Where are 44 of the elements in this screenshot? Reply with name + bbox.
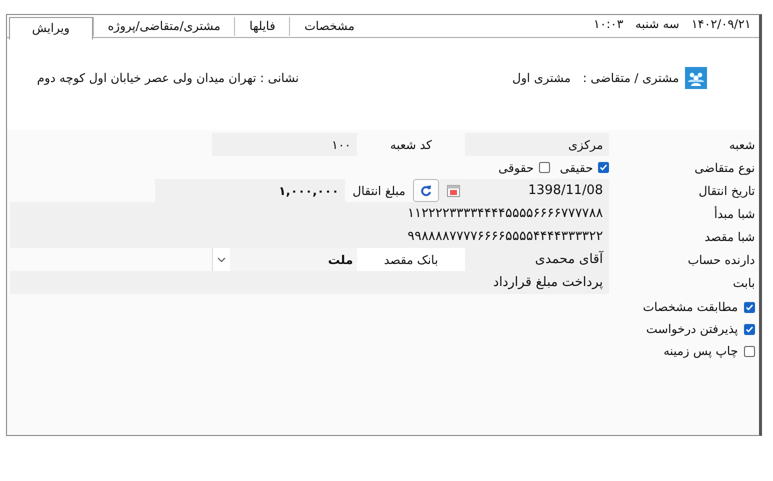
amount-field[interactable]: ۱,۰۰۰,۰۰۰	[155, 179, 345, 202]
date-text: 1398/11/08	[528, 183, 603, 198]
tab[interactable]: ویرایش	[9, 17, 93, 40]
tab[interactable]: فایلها	[234, 17, 290, 36]
refresh-icon	[420, 184, 432, 196]
calendar-icon[interactable]	[447, 184, 460, 197]
checkbox[interactable]	[744, 324, 755, 334]
tab[interactable]: مشخصات	[289, 17, 369, 36]
people-icon	[685, 67, 707, 89]
field-label: تاریخ انتقال	[698, 182, 756, 200]
weekday-text: سه شنبه	[635, 17, 680, 31]
date-field[interactable]: 1398/11/08	[439, 179, 609, 202]
iban-field[interactable]: ۱۱۲۲۲۲۳۳۳۳۴۴۴۴۵۵۵۵۶۶۶۶۷۷۷۷۸۸	[10, 202, 609, 225]
amount-label: مبلغ انتقال	[352, 182, 406, 200]
iban-field[interactable]: ۹۹۸۸۸۸۷۷۷۷۶۶۶۶۵۵۵۵۴۴۴۴۳۳۳۳۲۲	[10, 225, 609, 248]
option-label: پذیرفتن درخواست	[646, 322, 738, 336]
option-label: چاپ پس زمینه	[663, 344, 738, 358]
code-label: کد شعبه	[389, 136, 433, 154]
customer-label: مشتری / متقاضی :	[582, 71, 679, 85]
field-label: شعبه	[728, 136, 756, 154]
purpose-field[interactable]: پرداخت مبلغ قرارداد	[10, 271, 609, 294]
checkbox[interactable]	[538, 162, 550, 173]
checkbox[interactable]	[744, 346, 755, 356]
field-label: شبا مقصد	[704, 228, 756, 246]
option-label: مطابقت مشخصات	[642, 300, 738, 314]
bank-label: بانک مقصد	[357, 248, 465, 271]
holder-field[interactable]: آقای محمدی	[465, 248, 609, 271]
chevron-down-icon	[213, 248, 230, 271]
branch-field[interactable]: مرکزی	[465, 133, 609, 156]
code-field[interactable]: ۱۰۰	[212, 133, 357, 156]
field-label: دارنده حساب	[686, 252, 756, 269]
time-text: ۱۰:۰۳	[593, 17, 624, 31]
refresh-button[interactable]	[413, 179, 439, 202]
checkbox[interactable]	[744, 302, 755, 312]
field-label: نوع متقاضی	[694, 160, 756, 177]
date-text: ۱۴۰۲/۰۹/۲۱	[691, 17, 751, 31]
option-label: حقیقی	[560, 160, 593, 174]
address-text: نشانی : تهران میدان ولی عصر خیابان اول کوچه دوم	[37, 71, 299, 85]
checkbox[interactable]	[598, 162, 609, 173]
bank-dropdown[interactable]: ملت	[212, 248, 357, 271]
field-label: بابت	[732, 274, 756, 292]
field-label: شبا مبدأ	[713, 205, 756, 222]
option-label: حقوقی	[498, 160, 534, 174]
customer-name: مشتری اول	[512, 71, 571, 85]
